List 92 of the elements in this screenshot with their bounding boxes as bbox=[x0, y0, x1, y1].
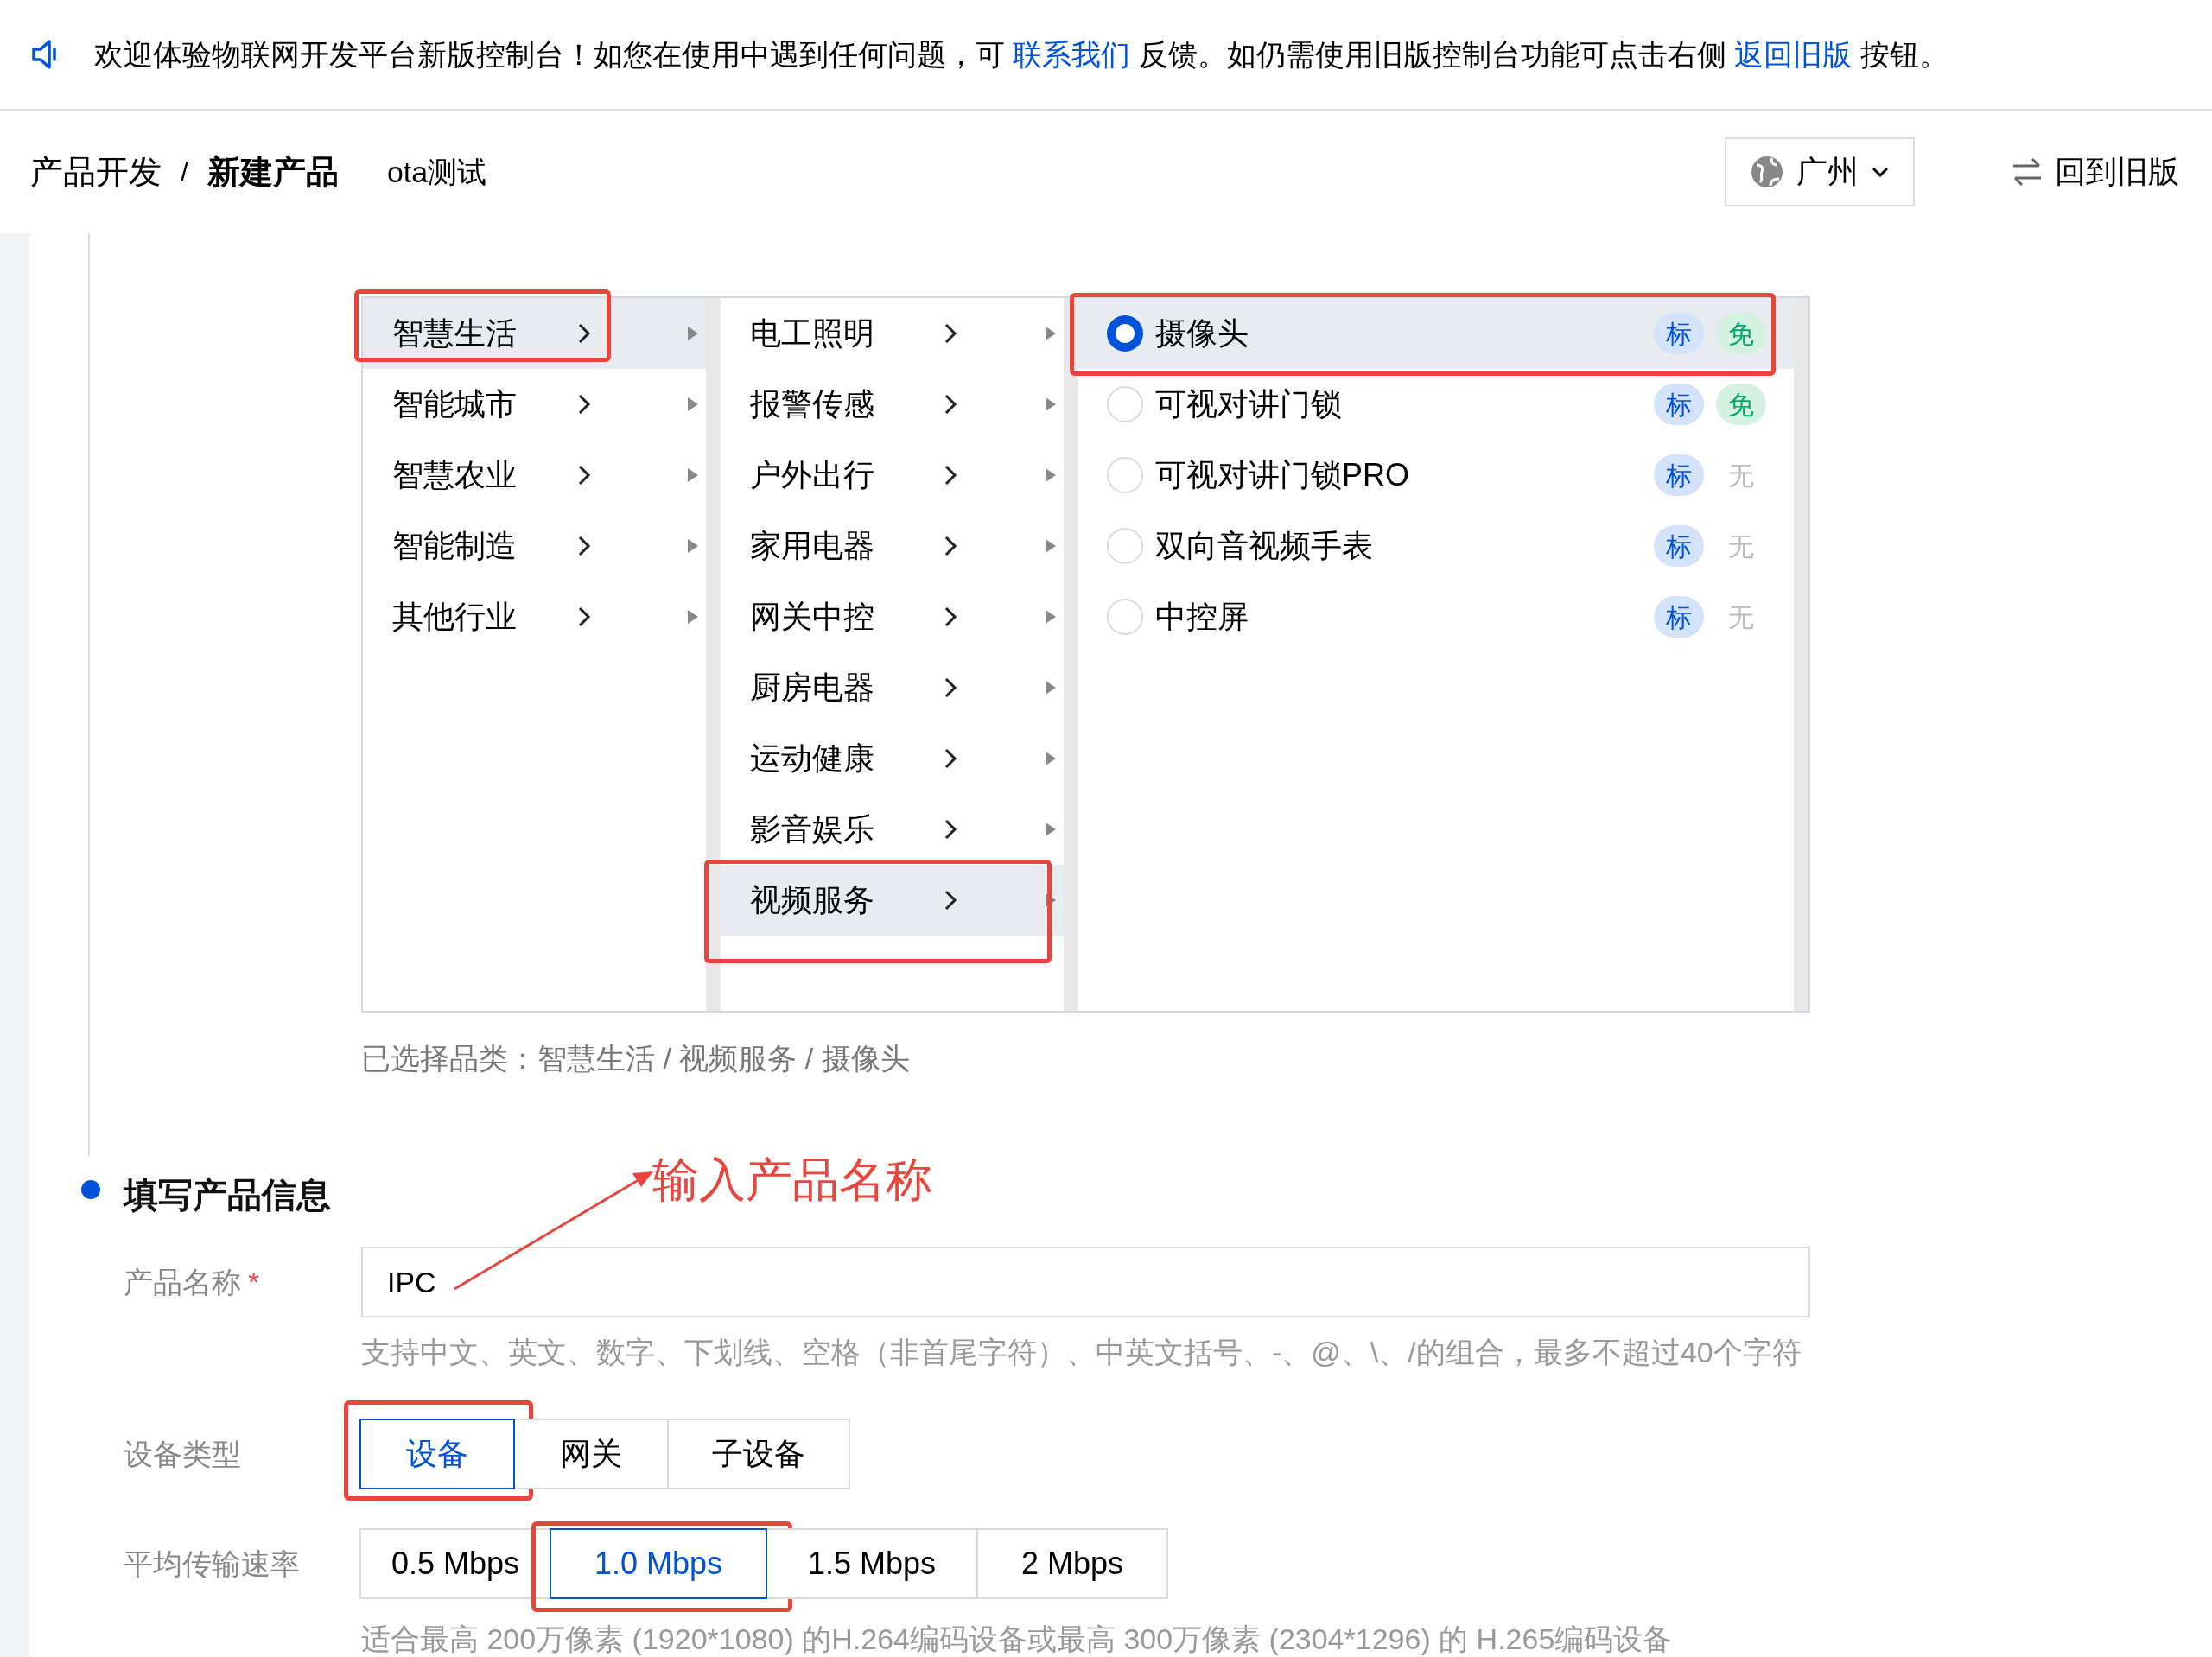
category-item[interactable]: 视频服务 bbox=[721, 865, 1064, 936]
category-item[interactable]: 运动健康 bbox=[721, 723, 1064, 794]
caret-right-icon bbox=[1045, 892, 1057, 908]
segment-option[interactable]: 设备 bbox=[359, 1419, 515, 1490]
swap-icon bbox=[2012, 156, 2043, 188]
segment-option[interactable]: 子设备 bbox=[667, 1419, 850, 1490]
caret-right-icon bbox=[687, 609, 699, 625]
category-item[interactable]: 智慧生活 bbox=[363, 298, 706, 369]
step-dot bbox=[81, 1180, 100, 1199]
caret-right-icon bbox=[687, 397, 699, 412]
option-label: 摄像头 bbox=[1155, 314, 1249, 352]
breadcrumb-item: 新建产品 bbox=[207, 152, 339, 192]
category-item[interactable]: 厨房电器 bbox=[721, 652, 1064, 723]
free-tag: 免 bbox=[1716, 384, 1766, 425]
section-title: 填写产品信息 bbox=[124, 1175, 331, 1216]
caret-right-icon bbox=[1045, 326, 1057, 341]
segment-option[interactable]: 网关 bbox=[513, 1419, 669, 1490]
chevron-right-icon bbox=[576, 322, 592, 345]
option-label: 中控屏 bbox=[1155, 598, 1249, 636]
chevron-right-icon bbox=[943, 818, 958, 841]
category-item[interactable]: 网关中控 bbox=[721, 581, 1064, 652]
product-option[interactable]: 摄像头 标 免 bbox=[1078, 298, 1794, 369]
chevron-right-icon bbox=[943, 889, 958, 911]
field-label: 产品名称 * bbox=[124, 1264, 261, 1300]
chevron-right-icon bbox=[943, 606, 958, 628]
segment-option[interactable]: 1.5 Mbps bbox=[766, 1528, 978, 1600]
caret-right-icon bbox=[1045, 467, 1057, 483]
caret-right-icon bbox=[1045, 609, 1057, 625]
required-mark: * bbox=[248, 1265, 260, 1298]
chevron-right-icon bbox=[576, 606, 592, 628]
project-name: ota测试 bbox=[386, 154, 487, 190]
hint-text: 支持中文、英文、数字、下划线、空格（非首尾字符）、中英文括号、-、@、\、/的组合，最多不超过40个字符 bbox=[361, 1336, 1802, 1369]
field-label: 平均传输速率 bbox=[124, 1546, 301, 1582]
breadcrumb-item[interactable]: 产品开发 bbox=[30, 147, 162, 197]
segment-option[interactable]: 1.0 Mbps bbox=[550, 1528, 767, 1600]
chevron-right-icon bbox=[943, 747, 958, 770]
none-tag: 无 bbox=[1716, 596, 1766, 638]
product-name-input[interactable]: IPC bbox=[361, 1247, 1810, 1317]
chevron-right-icon bbox=[943, 322, 958, 345]
option-label: 可视对讲门锁PRO bbox=[1155, 456, 1409, 494]
standard-tag: 标 bbox=[1654, 525, 1704, 567]
caret-right-icon bbox=[687, 538, 699, 554]
segment-option[interactable]: 2 Mbps bbox=[976, 1528, 1168, 1600]
product-option[interactable]: 双向音视频手表 标 无 bbox=[1078, 511, 1794, 581]
free-tag: 免 bbox=[1716, 313, 1766, 354]
breadcrumb-separator: / bbox=[181, 156, 188, 189]
chevron-right-icon bbox=[943, 676, 958, 699]
chevron-right-icon bbox=[943, 464, 958, 486]
standard-tag: 标 bbox=[1654, 384, 1704, 425]
notice-link[interactable]: 联系我们 bbox=[1013, 37, 1131, 71]
segment-option[interactable]: 0.5 Mbps bbox=[359, 1528, 551, 1600]
selected-category-text: 已选择品类：智慧生活 / 视频服务 / 摄像头 bbox=[361, 1041, 911, 1076]
category-item[interactable]: 家用电器 bbox=[721, 511, 1064, 581]
globe-icon bbox=[1750, 155, 1784, 189]
region-dropdown[interactable]: 广州 bbox=[1725, 137, 1915, 206]
field-label: 设备类型 bbox=[124, 1436, 242, 1472]
category-item[interactable]: 智能制造 bbox=[363, 511, 706, 581]
option-label: 可视对讲门锁 bbox=[1155, 385, 1342, 423]
caret-right-icon bbox=[1045, 822, 1057, 837]
standard-tag: 标 bbox=[1654, 596, 1704, 638]
caret-right-icon bbox=[1045, 397, 1057, 412]
caret-right-icon bbox=[1045, 751, 1057, 766]
notice-text: 欢迎体验物联网开发平台新版控制台！如您在使用中遇到任何问题，可 联系我们 反馈。如仍需使用旧版控制台功能可点击右侧 返回旧版 按钮。 bbox=[94, 36, 1948, 73]
category-item[interactable]: 户外出行 bbox=[721, 440, 1064, 511]
category-item[interactable]: 其他行业 bbox=[363, 581, 706, 652]
category-item[interactable]: 电工照明 bbox=[721, 298, 1064, 369]
option-label: 双向音视频手表 bbox=[1155, 527, 1373, 565]
radio-button[interactable] bbox=[1107, 315, 1143, 352]
standard-tag: 标 bbox=[1654, 313, 1704, 354]
category-item[interactable]: 智慧农业 bbox=[363, 440, 706, 511]
category-item[interactable]: 报警传感 bbox=[721, 369, 1064, 440]
chevron-right-icon bbox=[576, 535, 592, 557]
hint-text: 适合最高 200万像素 (1920*1080) 的H.264编码设备或最高 300万像素 (2304*1296) 的 H.265编码设备 bbox=[361, 1623, 1674, 1656]
category-item[interactable]: 智能城市 bbox=[363, 369, 706, 440]
standard-tag: 标 bbox=[1654, 454, 1704, 496]
product-option[interactable]: 可视对讲门锁 标 免 bbox=[1078, 369, 1794, 440]
product-option[interactable]: 可视对讲门锁PRO 标 无 bbox=[1078, 440, 1794, 511]
caret-right-icon bbox=[1045, 680, 1057, 695]
callout-text: 输入产品名称 bbox=[652, 1152, 932, 1207]
none-tag: 无 bbox=[1716, 525, 1766, 567]
switch-version-button[interactable]: 回到旧版 bbox=[2006, 148, 2184, 196]
chevron-right-icon bbox=[943, 393, 958, 416]
notice-link[interactable]: 返回旧版 bbox=[1734, 37, 1853, 71]
none-tag: 无 bbox=[1716, 454, 1766, 496]
caret-right-icon bbox=[687, 467, 699, 483]
chevron-right-icon bbox=[576, 393, 592, 416]
caret-right-icon bbox=[1045, 538, 1057, 554]
category-item[interactable]: 影音娱乐 bbox=[721, 794, 1064, 865]
chevron-right-icon bbox=[576, 464, 592, 486]
chevron-right-icon bbox=[943, 535, 958, 557]
product-option[interactable]: 中控屏 标 无 bbox=[1078, 581, 1794, 652]
caret-right-icon bbox=[687, 326, 699, 341]
